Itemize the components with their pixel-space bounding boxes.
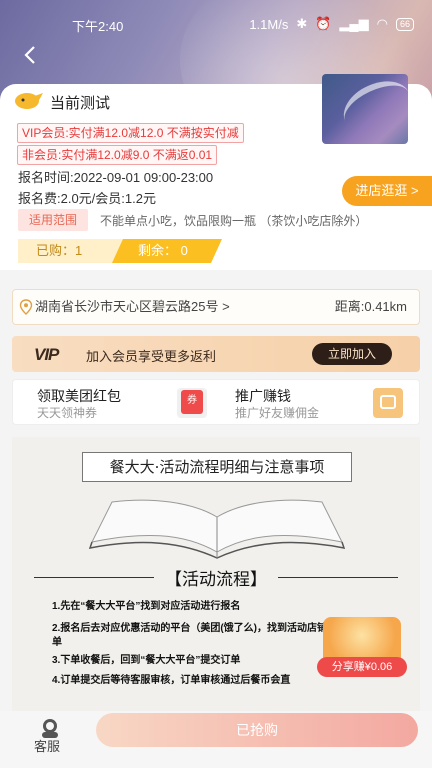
grabbed-button[interactable]: 已抢购 <box>96 713 418 747</box>
money-icon <box>373 388 403 418</box>
flow-step: 4.订单提交后等待客服审核，订单审核通过后餐币会直 <box>52 675 291 686</box>
alarm-icon: ⏰ <box>315 16 332 31</box>
non-member-offer-tag: 非会员:实付满12.0减9.0 不满返0.01 <box>17 145 218 165</box>
promo-subtitle: 推广好友赚佣金 <box>235 406 320 420</box>
wifi-icon: ◠ <box>376 16 388 31</box>
flow-step: 3.下单收餐后，回到“餐大大平台”提交订单 <box>52 655 241 666</box>
battery-icon: 66 <box>395 17 414 31</box>
scope-tag: 适用范围 <box>18 209 88 231</box>
signup-time: 报名时间:2022-09-01 09:00-23:00 <box>18 170 214 185</box>
vip-offer-tag: VIP会员:实付满12.0减12.0 不满按实付减 <box>17 123 244 143</box>
shop-thumbnail[interactable] <box>322 74 408 144</box>
enter-shop-button[interactable]: 进店逛逛 > <box>342 176 432 206</box>
flow-title: 【活动流程】 <box>165 570 267 590</box>
vip-logo: VIP <box>34 345 59 364</box>
remaining-count: 剩余： 0 <box>112 239 222 263</box>
network-speed: 1.1M/s <box>249 16 289 32</box>
share-earn-badge[interactable]: 分享赚¥0.06 <box>317 617 409 679</box>
shop-logo-icon <box>15 93 43 109</box>
coupon-label: 券 <box>181 390 203 414</box>
distance-text: 距离:0.41km <box>334 299 407 314</box>
address-text: 湖南省长沙市天心区碧云路25号 > <box>35 299 230 314</box>
status-time: 下午2:40 <box>72 19 124 34</box>
promo-row: 领取美团红包 天天领神券 券 推广赚钱 推广好友赚佣金 <box>12 379 420 425</box>
shop-name: 当前测试 <box>50 95 111 112</box>
location-pin-icon <box>19 299 33 315</box>
bluetooth-icon: ✱ <box>296 16 308 31</box>
status-bar: 下午2:40 1.1M/s ✱ ⏰ ▂▄▆ ◠ 66 <box>0 0 432 44</box>
join-vip-button[interactable]: 立即加入 <box>312 343 392 365</box>
flow-step: 单 <box>52 637 62 648</box>
poster-title: 餐大大·活动流程明细与注意事项 <box>82 452 352 482</box>
vip-banner-text: 加入会员享受更多返利 <box>86 349 217 364</box>
flow-step: 2.报名后去对应优惠活动的平台（美团(饿了么)，找到活动店铺下 <box>52 623 337 634</box>
status-right: 1.1M/s ✱ ⏰ ▂▄▆ ◠ 66 <box>249 16 414 32</box>
bought-count: 已购：1 <box>18 239 130 263</box>
back-arrow-icon[interactable] <box>20 44 42 66</box>
signup-fee: 报名费:2.0元/会员:1.2元 <box>18 191 156 206</box>
signal-icon: ▂▄▆ <box>339 16 369 31</box>
vip-banner[interactable]: VIP 加入会员享受更多返利 立即加入 <box>12 336 420 372</box>
flow-step: 1.先在“餐大大平台”找到对应活动进行报名 <box>52 601 241 612</box>
open-book-icon <box>88 499 346 559</box>
share-earn-label: 分享赚¥0.06 <box>317 657 407 677</box>
coupon-icon: 券 <box>177 388 207 418</box>
customer-service-label[interactable]: 客服 <box>34 736 60 755</box>
customer-service-icon[interactable] <box>38 718 62 738</box>
promo-title: 领取美团红包 <box>37 388 121 404</box>
promo-title: 推广赚钱 <box>235 388 291 404</box>
promo-subtitle: 天天领神券 <box>37 406 98 420</box>
scope-text: 不能单点小吃，饮品限购一瓶 （茶饮小吃店除外） <box>100 214 368 228</box>
address-bar[interactable]: 湖南省长沙市天心区碧云路25号 > 距离:0.41km <box>12 289 420 325</box>
